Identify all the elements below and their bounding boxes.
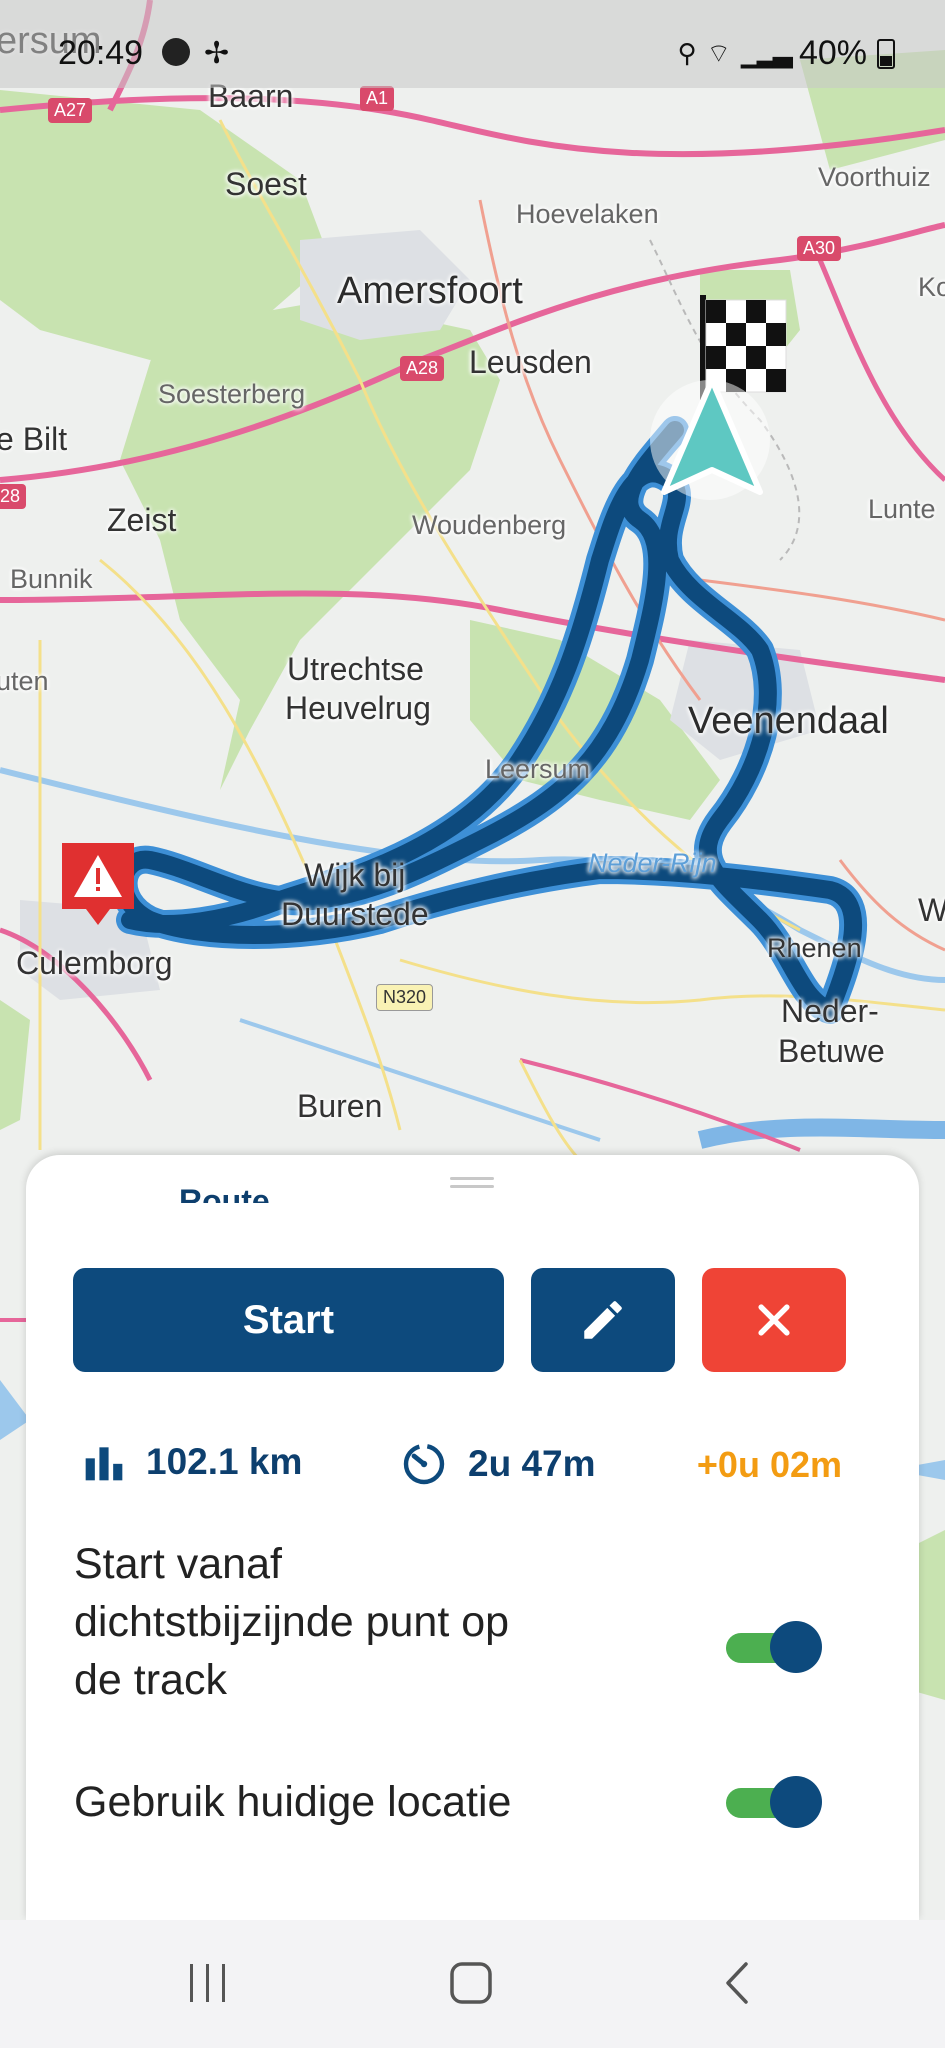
map-label-veenendaal: Veenendaal xyxy=(688,700,889,742)
recent-apps-icon[interactable] xyxy=(186,1960,230,2006)
battery-percent: 40% xyxy=(798,34,867,72)
map-label-utrechtse: Utrechtse xyxy=(287,651,424,687)
option-current-location-label: Gebruik huidige locatie xyxy=(74,1773,511,1831)
map-label-soest: Soest xyxy=(225,166,307,202)
back-icon[interactable] xyxy=(720,1960,754,2006)
toggle-knob xyxy=(770,1621,822,1673)
map-label-de-bilt: e Bilt xyxy=(0,421,68,457)
fan-icon: ✢ xyxy=(204,37,230,70)
map-label-soesterberg: Soesterberg xyxy=(158,379,306,409)
map-label-duurstede: Duurstede xyxy=(281,896,429,932)
toggle-start-nearest[interactable] xyxy=(726,1621,822,1673)
status-right: ⚲ ⌔ ▁▂▃ 40% xyxy=(677,34,895,73)
map-label-lunteren: Lunte xyxy=(868,494,936,524)
road-shield-a1: A1 xyxy=(360,86,395,111)
route-title: Route xyxy=(179,1183,270,1203)
road-shield-n320: N320 xyxy=(376,984,434,1011)
map-label-neder: Neder- xyxy=(781,993,879,1029)
road-shield-a27: A27 xyxy=(48,98,93,123)
map-label-zeist: Zeist xyxy=(107,502,177,538)
map-label-w: W xyxy=(918,892,945,928)
map-label-voorthuizen: Voorthuiz xyxy=(818,162,931,192)
toggle-knob xyxy=(770,1776,822,1828)
close-icon xyxy=(758,1304,790,1336)
road-shield-a28: A28 xyxy=(400,356,445,381)
map-label-heuvelrug: Heuvelrug xyxy=(285,690,431,726)
toggle-current-location[interactable] xyxy=(726,1776,822,1828)
cancel-route-button[interactable] xyxy=(702,1268,846,1372)
map-label-betuwe: Betuwe xyxy=(778,1033,885,1069)
map-label-leusden: Leusden xyxy=(469,344,592,380)
start-button[interactable]: Start xyxy=(73,1268,504,1372)
map-label-leersum: Leersum xyxy=(485,754,591,784)
option-line: de track xyxy=(74,1656,227,1704)
option-line: Gebruik huidige locatie xyxy=(74,1778,512,1826)
route-bottom-sheet[interactable]: ◡ ◡ Route Start 102.1 km 2u 47m +0u 02m … xyxy=(26,1155,919,1920)
current-location-arrow-icon xyxy=(650,377,770,500)
option-line: Start vanaf xyxy=(74,1540,282,1588)
sheet-drag-handle[interactable] xyxy=(450,1177,494,1191)
option-line: dichtstbijzijnde punt op xyxy=(74,1598,510,1646)
edit-button[interactable] xyxy=(531,1268,675,1372)
map-label-woudenberg: Woudenberg xyxy=(412,510,567,540)
status-time: 20:49 xyxy=(58,34,144,72)
duration-value: 2u 47m xyxy=(468,1443,596,1484)
pencil-icon xyxy=(584,1301,622,1339)
route-title-peek: ◡ ◡ Route xyxy=(86,1183,270,1203)
map-label-wijk: Wijk bij xyxy=(304,857,406,893)
map-label-culemborg: Culemborg xyxy=(16,945,173,981)
home-icon[interactable] xyxy=(448,1960,494,2006)
map-label-houten: uten xyxy=(0,666,49,696)
distance-value: 102.1 km xyxy=(146,1441,303,1482)
distance-stat: 102.1 km xyxy=(82,1440,302,1484)
duration-stat: 2u 47m xyxy=(400,1440,596,1488)
system-navigation-bar xyxy=(0,1920,945,2048)
map-label-ko: Ko xyxy=(918,272,945,302)
battery-icon xyxy=(877,38,895,69)
location-icon: ⚲ xyxy=(677,38,697,68)
map-label-buren: Buren xyxy=(297,1088,383,1124)
status-bar: 20:49 ✢ ⚲ ⌔ ▁▂▃ 40% xyxy=(0,0,945,88)
map-label-hoevelaken: Hoevelaken xyxy=(516,199,659,229)
map-label-nederrijn: Neder-Rijn xyxy=(588,848,717,878)
delay-value: +0u 02m xyxy=(696,1444,842,1485)
distance-bars-icon xyxy=(85,1447,123,1481)
signal-icon: ▁▂▃ xyxy=(740,38,793,68)
timer-icon xyxy=(403,1443,445,1485)
route-stats: 102.1 km 2u 47m +0u 02m xyxy=(82,1440,882,1500)
notification-icon xyxy=(162,38,190,66)
road-shield-a30: A30 xyxy=(797,236,842,261)
map-label-amersfoort: Amersfoort xyxy=(337,270,523,312)
map-label-bunnik: Bunnik xyxy=(10,564,93,594)
route-icon: ◡ ◡ xyxy=(86,1183,151,1203)
map-label-rhenen: Rhenen xyxy=(767,933,862,963)
option-start-nearest-label: Start vanaf dichtstbijzijnde punt op de … xyxy=(74,1535,509,1709)
wifi-icon: ⌔ xyxy=(706,38,731,68)
road-shield-a28-left: 28 xyxy=(0,484,27,509)
